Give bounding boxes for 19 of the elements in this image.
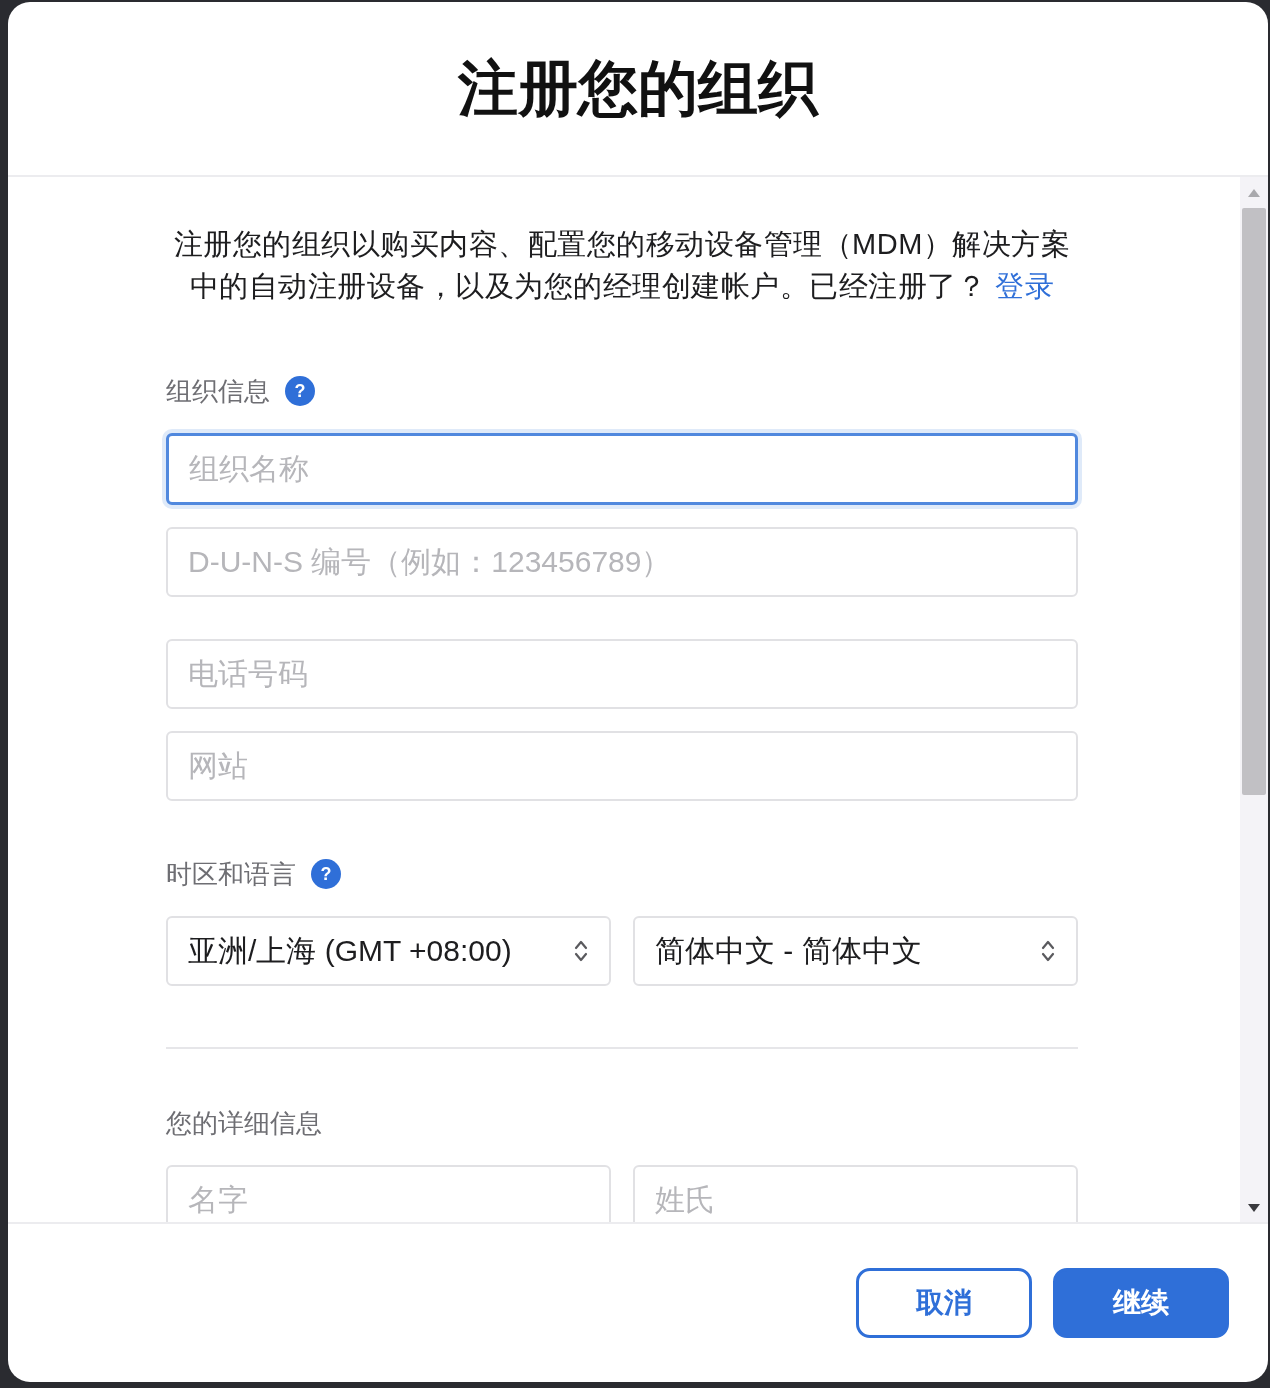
continue-button[interactable]: 继续	[1053, 1268, 1229, 1338]
section-heading: 组织信息	[166, 375, 270, 408]
scroll-up-icon[interactable]	[1248, 189, 1260, 197]
dropdown-select[interactable]: 简体中文 - 简体中文	[633, 916, 1078, 986]
scrollbar-thumb[interactable]	[1242, 208, 1266, 795]
help-button[interactable]: ?	[285, 376, 315, 406]
updown-chevron-icon	[573, 938, 589, 964]
updown-chevron-icon	[1040, 938, 1056, 964]
help-button[interactable]: ?	[311, 859, 341, 889]
section-heading: 您的详细信息	[166, 1107, 322, 1140]
scrollbar-track[interactable]	[1240, 177, 1268, 1222]
dialog-title: 注册您的组织	[458, 53, 818, 124]
sign-in-link[interactable]: 登录	[995, 270, 1055, 302]
cancel-button[interactable]: 取消	[856, 1268, 1032, 1338]
text-field[interactable]: 组织名称	[166, 433, 1078, 505]
scroll-down-icon[interactable]	[1248, 1204, 1260, 1212]
intro-text: 注册您的组织以购买内容、配置您的移动设备管理（MDM）解决方案中的自动注册设备，以及为您的经理创建帐户。已经注册了？ 登录	[172, 227, 1072, 304]
dropdown-select[interactable]: 亚洲/上海 (GMT +08:00)	[166, 916, 611, 986]
section-heading: 时区和语言	[166, 858, 296, 891]
